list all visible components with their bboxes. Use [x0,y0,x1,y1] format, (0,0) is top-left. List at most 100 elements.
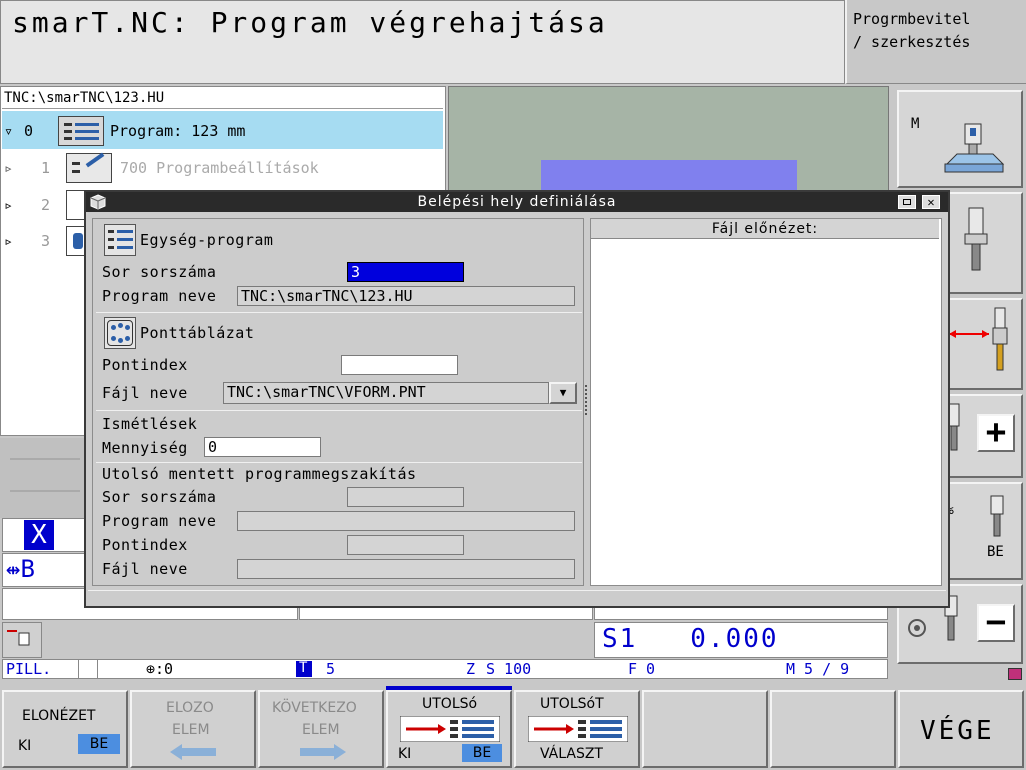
select-last-label: UTOLSóT [540,696,604,712]
tree-row-number: 0 [24,122,34,140]
tree-expand-icon[interactable]: ▹ [4,159,13,177]
file-name-label: Fájl neve [102,384,188,402]
separator [96,312,582,313]
previous-label-1: ELOZO [166,700,214,716]
machine-icon [944,123,1005,173]
program-name-field: TNC:\smarTNC\123.HU [237,286,575,306]
preview-on-label: BE [78,734,120,754]
tree-row-1[interactable]: ▹ 1 [4,159,50,177]
sor-label: Sor sorszáma [102,263,217,281]
splitter-handle[interactable] [585,385,589,415]
status-bar [2,659,888,679]
last-program-label: Program neve [102,512,217,530]
close-icon[interactable]: ✕ [922,195,940,209]
tree-row-number: 1 [41,159,51,177]
last-point-field [347,535,464,555]
separator [96,410,582,411]
m-label: M [911,116,920,132]
mode-status: PILL. [6,660,52,678]
tree-row-icon [66,190,86,220]
end-softkey[interactable]: VÉGE [898,690,1024,768]
sor-input[interactable]: 3 [347,262,464,282]
tree-row-3[interactable]: ▹ 3 [4,232,50,250]
next-element-softkey[interactable]: KÖVETKEZO ELEM [258,690,384,768]
mode-line-1: Progrmbevitel [853,10,971,28]
separator [96,462,582,463]
workpiece-graphic [541,160,797,192]
tree-row-2[interactable]: ▹ 2 [4,196,50,214]
chevron-down-icon[interactable]: ▼ [549,382,577,404]
tree-path-divider [2,108,443,109]
preview-header: Fájl előnézet: [591,219,939,239]
cube-icon [90,194,106,210]
program-name-label: Program neve [102,287,217,305]
mode-indicator[interactable]: Progrmbevitel / szerkesztés [845,0,1026,84]
m-function-softkey[interactable]: M [897,90,1023,188]
last-off-label: KI [398,746,412,762]
last-label: UTOLSó [422,696,478,712]
tree-row-label: 700 Programbeállítások [120,159,319,177]
spindle-speed-status: S 100 [486,660,532,678]
cursor-icon [1008,668,1022,680]
preview-label: ELONÉZET [22,708,96,724]
spindle-on-label: BE [987,544,1004,560]
origin-status: ⊕:0 [146,660,174,678]
tree-path: TNC:\smarTNC\123.HU [4,90,165,106]
page-title: smarT.NC: Program végrehajtása [12,6,608,39]
tree-row-number: 3 [41,232,51,250]
tree-expand-icon[interactable]: ▹ [4,232,13,250]
machine-status-icon [2,622,42,658]
preview-softkey[interactable]: ELONÉZET KI BE [2,690,128,768]
m-function-status: M 5 / 9 [786,660,850,678]
program-unit-icon [58,116,104,146]
quantity-input[interactable]: 0 [204,437,321,457]
arrow-left-icon [170,744,216,760]
last-line-field [347,487,464,507]
spindle-value: S1 0.000 [602,624,779,654]
last-point-label: Pontindex [102,536,188,554]
feed-status: F 0 [628,660,656,678]
empty-softkey-2[interactable] [770,690,896,768]
tree-expand-icon[interactable]: ▿ [4,122,13,140]
mode-line-2: / szerkesztés [853,33,971,51]
last-on-label: BE [462,744,502,762]
plus-icon[interactable]: + [977,414,1015,452]
z-axis-status: Z [466,660,476,678]
select-label: VÁLASZT [540,746,603,762]
last-interrupt-title: Utolsó mentett programmegszakítás [102,465,417,483]
empty-softkey-1[interactable] [642,690,768,768]
dialog-footer [88,590,946,604]
tool-number: 5 [326,660,336,678]
program-settings-icon [66,152,112,183]
tool-icon [964,207,988,271]
end-label: VÉGE [920,716,995,746]
select-last-icon [528,716,628,742]
axis-b-label: ⇹B [6,555,35,583]
last-entry-icon [400,716,500,742]
minus-icon[interactable]: − [977,604,1015,642]
ruler-panel [0,438,88,518]
spindle-tool-icon [990,495,1004,537]
last-program-field [237,511,575,531]
tree-row-label: Program: 123 mm [110,122,246,140]
maximize-icon[interactable] [898,195,916,209]
repeats-title: Ismétlések [102,415,198,433]
file-name-select[interactable]: TNC:\smarTNC\VFORM.PNT [223,382,549,404]
section-program-title: Egység-program [140,231,274,249]
arrow-right-icon [300,744,346,760]
last-softkey[interactable]: UTOLSó KI BE [386,690,512,768]
dialog-title: Belépési hely definiálása [86,192,948,212]
pontindex-label: Pontindex [102,356,188,374]
last-file-label: Fájl neve [102,560,188,578]
next-label-1: KÖVETKEZO [272,700,357,716]
pontindex-input[interactable] [341,355,458,375]
previous-label-2: ELEM [172,722,210,738]
tree-expand-icon[interactable]: ▹ [4,196,13,214]
tree-row-0[interactable]: ▿ 0 [4,122,33,140]
select-last-softkey[interactable]: UTOLSóT VÁLASZT [514,690,640,768]
tree-row-number: 2 [41,196,51,214]
program-unit-icon [104,224,136,256]
previous-element-softkey[interactable]: ELOZO ELEM [130,690,256,768]
status-divider [78,659,98,679]
quantity-label: Mennyiség [102,439,188,457]
